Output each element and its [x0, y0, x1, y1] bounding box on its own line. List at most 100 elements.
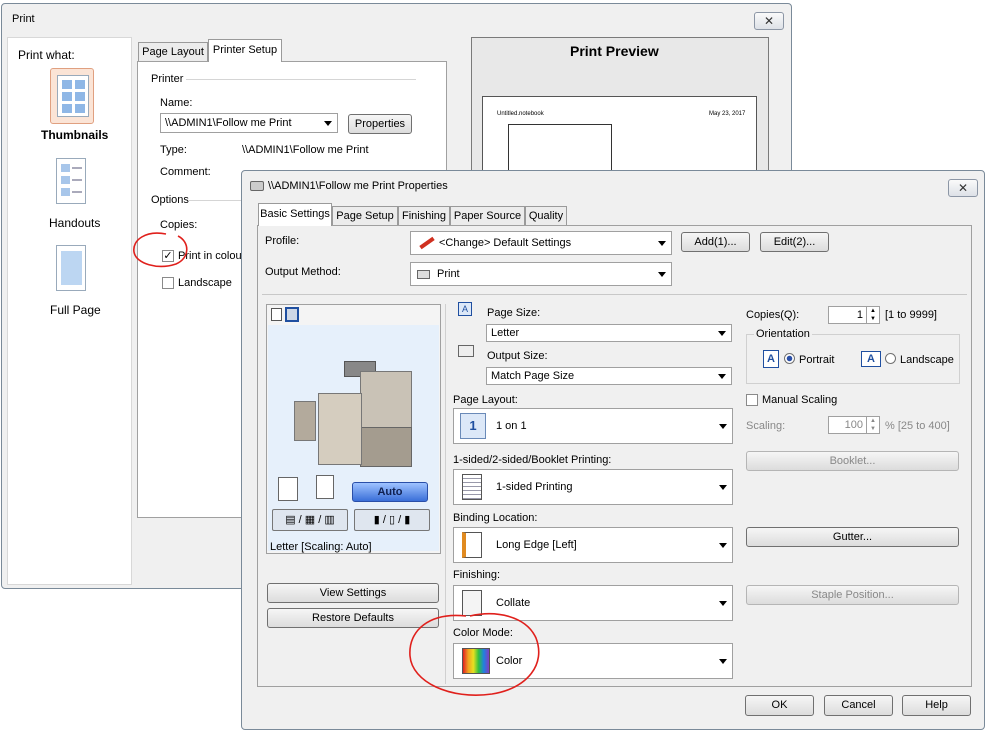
print-preview-title: Print Preview: [570, 43, 659, 59]
portrait-radio[interactable]: [784, 353, 795, 364]
type-label: Type:: [160, 144, 187, 156]
page-layout-label: Page Layout:: [453, 394, 518, 406]
output-size-select[interactable]: Match Page Size: [486, 367, 732, 385]
properties-title: \\ADMIN1\Follow me Print Properties: [242, 171, 984, 201]
sided-printing-select[interactable]: 1-sided Printing: [453, 469, 733, 505]
copies-input[interactable]: 1 ▲ ▼: [828, 306, 880, 324]
chevron-down-icon: [718, 374, 726, 379]
chevron-down-icon: [719, 659, 727, 664]
scaling-input[interactable]: 100 ▲ ▼: [828, 416, 880, 434]
full-page-icon: [56, 245, 86, 291]
chevron-down-icon: [658, 272, 666, 277]
tab-basic-settings[interactable]: Basic Settings: [258, 203, 332, 226]
annotation-circle-color-mode: [409, 613, 540, 696]
page-layout-select[interactable]: 1 1 on 1: [453, 408, 733, 444]
ok-button[interactable]: OK: [745, 695, 814, 716]
chevron-down-icon: [658, 241, 666, 246]
single-sided-icon: [462, 474, 482, 500]
chevron-down-icon: [719, 424, 727, 429]
chevron-down-icon: [719, 543, 727, 548]
manual-scaling-label: Manual Scaling: [762, 394, 838, 406]
copies-value: 1: [856, 309, 863, 321]
options-group-label: Options: [151, 194, 189, 206]
thumbnails-label: Thumbnails: [41, 128, 109, 142]
finishing-label: Finishing:: [453, 569, 501, 581]
printer-group-label: Printer: [151, 73, 184, 85]
page-size-select[interactable]: Letter: [486, 324, 732, 342]
thumbnails-icon: [57, 75, 89, 117]
chevron-down-icon: [324, 121, 332, 126]
preview-doc-name: Untitled.notebook: [497, 111, 544, 117]
sided-printing-label: 1-sided/2-sided/Booklet Printing:: [453, 454, 612, 466]
chevron-down-icon: [718, 331, 726, 336]
printer-device-image: [284, 361, 420, 471]
printer-icon: [417, 270, 430, 279]
handouts-icon: [56, 158, 86, 204]
booklet-button[interactable]: Booklet...: [746, 451, 959, 471]
sided-printing-value: 1-sided Printing: [496, 481, 573, 493]
printer-icon: [250, 181, 264, 192]
tab-quality[interactable]: Quality: [525, 206, 567, 225]
output-method-select[interactable]: Print: [410, 262, 672, 286]
output-size-label: Output Size:: [487, 350, 548, 362]
tab-paper-source[interactable]: Paper Source: [450, 206, 525, 225]
printer-view-icon[interactable]: [285, 307, 299, 322]
print-what-label: Print what:: [18, 48, 75, 62]
properties-title-text: \\ADMIN1\Follow me Print Properties: [268, 180, 448, 192]
profile-label: Profile:: [265, 235, 300, 247]
manual-scaling-checkbox[interactable]: [746, 394, 758, 406]
tab-finishing[interactable]: Finishing: [398, 206, 450, 225]
print-dialog-close-button[interactable]: ✕: [754, 12, 784, 30]
paper-stack-icon: [278, 477, 298, 501]
output-method-label: Output Method:: [265, 266, 341, 278]
landscape-icon: A: [861, 351, 881, 367]
properties-close-button[interactable]: ✕: [948, 179, 978, 197]
annotation-circle-print-colour: [133, 232, 188, 268]
copies-icon: [316, 475, 334, 499]
copies-range: [1 to 9999]: [885, 309, 937, 321]
output-size-icon: [458, 345, 474, 357]
layout-icons-group[interactable]: ▤ / ▦ / ▥: [272, 509, 348, 531]
landscape-radio[interactable]: [885, 353, 896, 364]
tab-page-setup[interactable]: Page Setup: [332, 206, 398, 225]
preview-date: May 23, 2017: [709, 111, 746, 117]
scaling-range: % [25 to 400]: [885, 420, 950, 432]
chevron-down-icon: [719, 485, 727, 490]
thumbnails-option[interactable]: [50, 68, 94, 124]
binding-location-label: Binding Location:: [453, 512, 538, 524]
printer-name-value: \\ADMIN1\Follow me Print: [165, 117, 292, 129]
handouts-option[interactable]: [50, 156, 94, 212]
auto-button[interactable]: Auto: [352, 482, 428, 502]
handouts-label: Handouts: [49, 216, 101, 230]
staple-position-button[interactable]: Staple Position...: [746, 585, 959, 605]
color-icons-group[interactable]: ▮ / ▯ / ▮: [354, 509, 430, 531]
add-profile-button[interactable]: Add(1)...: [681, 232, 750, 252]
tab-page-layout[interactable]: Page Layout: [138, 42, 208, 61]
page-layout-icon: 1: [460, 413, 486, 439]
basic-settings-panel: Profile: <Change> Default Settings Add(1…: [257, 225, 972, 687]
scaling-label: Scaling:: [746, 420, 786, 432]
printer-properties-dialog: \\ADMIN1\Follow me Print Properties ✕ Ba…: [241, 170, 985, 730]
help-button[interactable]: Help: [902, 695, 971, 716]
output-size-value: Match Page Size: [491, 370, 575, 382]
view-settings-button[interactable]: View Settings: [267, 583, 439, 603]
portrait-icon: A: [763, 350, 779, 368]
printer-name-select[interactable]: \\ADMIN1\Follow me Print: [160, 113, 338, 133]
single-page-view-icon[interactable]: [271, 308, 282, 321]
binding-location-value: Long Edge [Left]: [496, 539, 577, 551]
edit-profile-button[interactable]: Edit(2)...: [760, 232, 829, 252]
scaling-spinner[interactable]: ▲ ▼: [866, 417, 879, 433]
full-page-option[interactable]: [50, 243, 94, 299]
page-size-icon: A: [458, 302, 472, 316]
binding-location-select[interactable]: Long Edge [Left]: [453, 527, 733, 563]
properties-button[interactable]: Properties: [348, 114, 412, 134]
type-value: \\ADMIN1\Follow me Print: [242, 144, 369, 156]
copies-spinner[interactable]: ▲ ▼: [866, 307, 879, 323]
printer-image-area: Auto ▤ / ▦ / ▥ ▮ / ▯ / ▮: [268, 325, 439, 551]
profile-select[interactable]: <Change> Default Settings: [410, 231, 672, 255]
tab-printer-setup[interactable]: Printer Setup: [208, 39, 282, 62]
cancel-button[interactable]: Cancel: [824, 695, 893, 716]
landscape-checkbox[interactable]: [162, 277, 174, 289]
comment-label: Comment:: [160, 166, 211, 178]
gutter-button[interactable]: Gutter...: [746, 527, 959, 547]
